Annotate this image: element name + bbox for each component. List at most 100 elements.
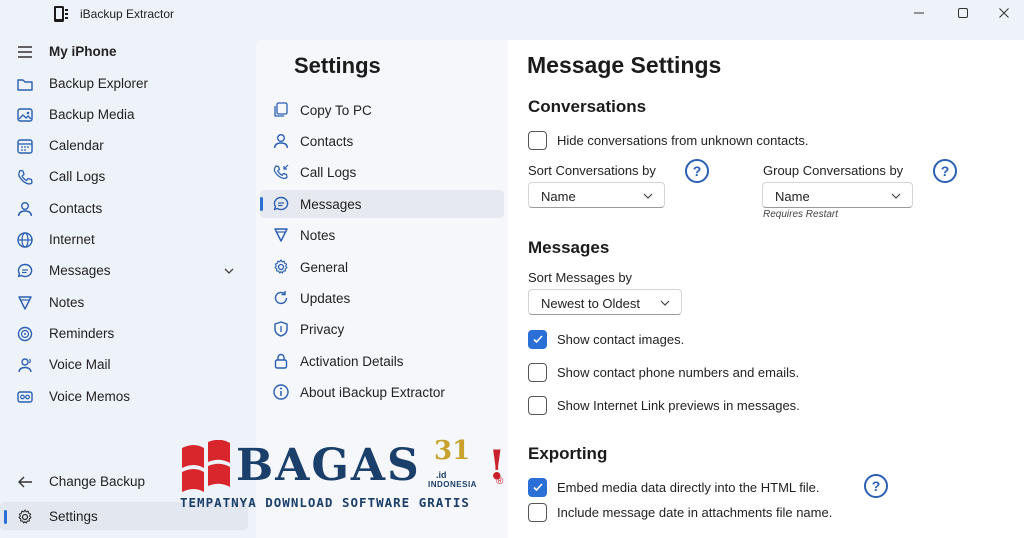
- show-contact-numbers-checkbox[interactable]: [528, 362, 547, 382]
- nav-item-notes[interactable]: Notes: [0, 288, 248, 316]
- nav-item-calendar[interactable]: Calendar: [0, 131, 248, 159]
- nav-device-header[interactable]: My iPhone: [0, 37, 248, 65]
- settings-item-updates[interactable]: Updates: [260, 284, 504, 312]
- watermark-registered: ®: [496, 476, 504, 487]
- info-icon: [273, 384, 289, 400]
- app-logo-icon: [54, 6, 68, 22]
- hide-unknown-contacts-checkbox[interactable]: [528, 130, 547, 150]
- gear-icon: [18, 509, 32, 524]
- chat-icon: [17, 263, 33, 278]
- sort-conversations-label: Sort Conversations by: [528, 163, 656, 178]
- refresh-icon: [274, 291, 288, 305]
- sort-messages-label: Sort Messages by: [528, 270, 633, 285]
- settings-item-general[interactable]: General: [260, 253, 504, 281]
- settings-item-call-logs[interactable]: Call Logs: [260, 158, 504, 186]
- voicemail-icon: [18, 358, 32, 373]
- copy-icon: [274, 102, 288, 117]
- message-settings-content: Message Settings Conversations Hide conv…: [508, 40, 1024, 538]
- notes-icon: [274, 228, 288, 242]
- hide-unknown-contacts-option[interactable]: Hide conversations from unknown contacts…: [528, 130, 808, 150]
- nav-item-messages[interactable]: Messages: [0, 256, 248, 284]
- show-contact-numbers-option[interactable]: Show contact phone numbers and emails.: [528, 362, 799, 382]
- watermark-number: 31: [434, 436, 471, 466]
- nav-item-backup-explorer[interactable]: Backup Explorer: [0, 69, 248, 97]
- maximize-icon: [958, 8, 968, 18]
- phone-arrow-icon: [273, 164, 289, 180]
- image-icon: [17, 108, 33, 122]
- embed-media-checkbox[interactable]: [528, 477, 547, 497]
- settings-item-notes[interactable]: Notes: [260, 221, 504, 249]
- include-message-date-option[interactable]: Include message date in attachments file…: [528, 502, 832, 522]
- sort-conversations-help-button[interactable]: ?: [685, 159, 709, 183]
- minimize-button[interactable]: [907, 3, 931, 23]
- phone-icon: [18, 169, 33, 185]
- chevron-down-icon[interactable]: [222, 264, 236, 278]
- nav-item-call-logs[interactable]: Call Logs: [0, 162, 248, 190]
- minimize-icon: [914, 12, 924, 14]
- include-message-date-checkbox[interactable]: [528, 502, 547, 522]
- show-link-previews-option[interactable]: Show Internet Link previews in messages.: [528, 395, 800, 415]
- watermark-tagline: TEMPATNYA DOWNLOAD SOFTWARE GRATIS: [180, 495, 470, 510]
- settings-item-activation-details[interactable]: Activation Details: [260, 347, 504, 375]
- embed-media-option[interactable]: Embed media data directly into the HTML …: [528, 477, 820, 497]
- calendar-icon: [17, 139, 33, 154]
- group-conversations-label: Group Conversations by: [763, 163, 904, 178]
- settings-item-copy-to-pc[interactable]: Copy To PC: [260, 96, 504, 124]
- group-conversations-help-button[interactable]: ?: [933, 159, 957, 183]
- question-mark-icon: ?: [871, 478, 881, 494]
- chat-icon: [273, 196, 289, 211]
- globe-icon: [17, 232, 33, 248]
- sort-conversations-select[interactable]: Name: [528, 182, 665, 208]
- chevron-down-icon: [643, 193, 653, 199]
- watermark-country: INDONESIA: [428, 480, 477, 489]
- hamburger-menu-icon[interactable]: [16, 43, 34, 61]
- checkmark-icon: [532, 335, 543, 344]
- gear-icon: [274, 259, 288, 274]
- arrow-left-icon: [18, 476, 32, 488]
- person-icon: [273, 134, 289, 149]
- reminders-icon: [17, 326, 33, 342]
- maximize-button[interactable]: [951, 3, 975, 23]
- voice-memo-icon: [17, 391, 33, 403]
- nav-item-contacts[interactable]: Contacts: [0, 194, 248, 222]
- settings-item-about[interactable]: About iBackup Extractor: [260, 378, 504, 406]
- nav-item-reminders[interactable]: Reminders: [0, 319, 248, 347]
- show-link-previews-checkbox[interactable]: [528, 395, 547, 415]
- chevron-down-icon: [891, 193, 901, 199]
- settings-item-privacy[interactable]: Privacy: [260, 315, 504, 343]
- embed-media-help-button[interactable]: ?: [864, 474, 888, 498]
- person-icon: [17, 202, 33, 217]
- nav-item-voice-mail[interactable]: Voice Mail: [0, 350, 248, 378]
- settings-item-messages[interactable]: Messages: [260, 190, 504, 218]
- chevron-down-icon: [660, 300, 670, 306]
- close-icon: [999, 8, 1009, 18]
- folder-icon: [17, 79, 33, 91]
- section-messages: Messages: [528, 238, 610, 257]
- device-name: My iPhone: [49, 44, 117, 59]
- lock-icon: [274, 353, 288, 369]
- requires-restart-note: Requires Restart: [763, 209, 839, 220]
- close-button[interactable]: [992, 3, 1016, 23]
- sort-messages-select[interactable]: Newest to Oldest: [528, 289, 682, 315]
- question-mark-icon: ?: [940, 163, 950, 179]
- watermark-suffix: .id: [436, 470, 447, 480]
- shield-icon: [274, 321, 288, 337]
- window-title: iBackup Extractor: [80, 7, 175, 21]
- section-conversations: Conversations: [528, 97, 647, 116]
- settings-item-contacts[interactable]: Contacts: [260, 127, 504, 155]
- section-exporting: Exporting: [528, 444, 608, 463]
- watermark-windows-logo-icon: [182, 440, 230, 492]
- group-conversations-select[interactable]: Name: [762, 182, 913, 208]
- nav-item-backup-media[interactable]: Backup Media: [0, 100, 248, 128]
- nav-item-internet[interactable]: Internet: [0, 225, 248, 253]
- nav-item-voice-memos[interactable]: Voice Memos: [0, 382, 248, 410]
- question-mark-icon: ?: [692, 163, 702, 179]
- watermark-brand: BAGAS: [236, 440, 421, 491]
- show-contact-images-option[interactable]: Show contact images.: [528, 329, 684, 349]
- checkmark-icon: [532, 483, 543, 492]
- settings-title: Settings: [294, 53, 381, 78]
- notes-icon: [18, 296, 32, 310]
- title-bar: iBackup Extractor: [0, 0, 1024, 28]
- page-title: Message Settings: [527, 52, 722, 78]
- show-contact-images-checkbox[interactable]: [528, 329, 547, 349]
